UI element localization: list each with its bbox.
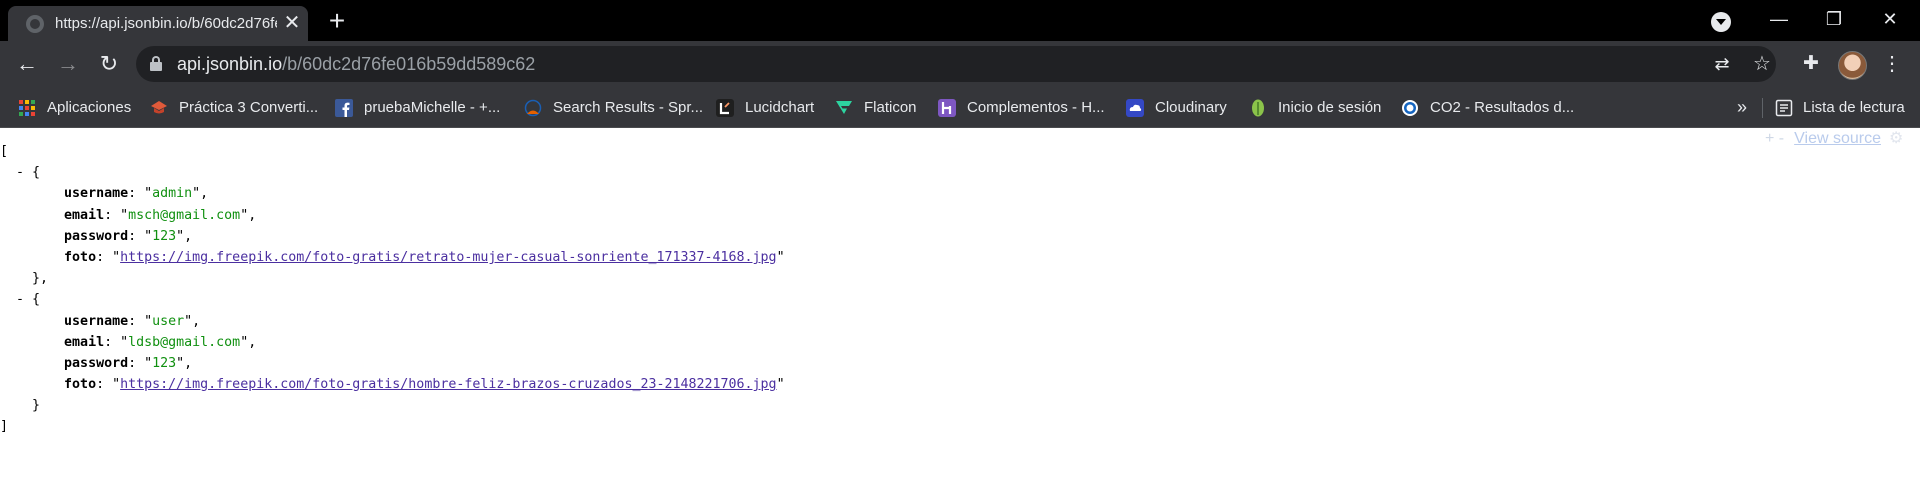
new-tab-button[interactable]: + xyxy=(323,7,351,35)
bookmarks-divider xyxy=(1762,98,1763,118)
json-string: msch@gmail.com xyxy=(128,207,241,223)
restore-button[interactable]: ❐ xyxy=(1806,0,1862,41)
h-logo-icon xyxy=(938,99,956,117)
flaticon-icon xyxy=(836,101,852,114)
json-line: foto: "https://img.freepik.com/foto-grat… xyxy=(64,249,785,265)
lock-icon[interactable] xyxy=(150,56,162,71)
json-content: [ - { username: "admin", email: "msch@gm… xyxy=(0,141,785,438)
view-source-link[interactable]: View source xyxy=(1794,130,1881,147)
browser-tab[interactable]: https://api.jsonbin.io/b/60dc2d76fe016b5… xyxy=(8,6,308,41)
globe-icon xyxy=(26,15,44,33)
tab-search-icon[interactable] xyxy=(1711,12,1731,32)
bookmark-label: Flaticon xyxy=(864,99,917,116)
lucidchart-icon xyxy=(716,99,734,117)
bookmark-label: CO2 - Resultados d... xyxy=(1430,99,1575,116)
url-host: api.jsonbin.io xyxy=(177,54,283,74)
json-line: [ xyxy=(0,144,9,159)
json-line: email: "msch@gmail.com", xyxy=(64,207,257,223)
reload-icon[interactable]: ↻ xyxy=(93,48,125,80)
json-line: username: "user", xyxy=(64,313,201,329)
json-line: username: "admin", xyxy=(64,186,209,202)
bookmark-label: Complementos - H... xyxy=(967,99,1105,116)
gear-icon[interactable]: ⚙ xyxy=(1889,129,1903,149)
bookmarks-overflow-button[interactable]: » xyxy=(1731,96,1753,120)
json-key: foto xyxy=(64,377,97,393)
close-window-button[interactable]: ✕ xyxy=(1862,0,1918,41)
apps-grid-icon xyxy=(19,100,35,116)
json-key: email xyxy=(64,207,105,223)
json-string: user xyxy=(152,313,185,329)
json-url-link[interactable]: https://img.freepik.com/foto-gratis/retr… xyxy=(120,250,776,265)
leaf-icon xyxy=(1252,99,1264,117)
kebab-menu-icon[interactable]: ⋮ xyxy=(1882,51,1902,77)
bookmark-label: pruebaMichelle - +... xyxy=(364,99,501,116)
json-string: ldsb@gmail.com xyxy=(128,334,241,350)
user-circle-icon xyxy=(524,99,542,117)
json-line: }, xyxy=(0,271,49,287)
star-icon[interactable]: ☆ xyxy=(1751,53,1773,75)
close-tab-icon[interactable]: ✕ xyxy=(281,12,303,34)
bookmark-label: Cloudinary xyxy=(1155,99,1227,116)
bookmarks-bar: Aplicaciones Práctica 3 Converti... prue… xyxy=(0,88,1920,128)
tab-title: https://api.jsonbin.io/b/60dc2d76fe016b5… xyxy=(55,15,277,32)
facebook-icon xyxy=(335,99,353,117)
puzzle-icon[interactable]: ✚ xyxy=(1800,53,1822,75)
json-string: 123 xyxy=(152,355,177,371)
json-url-link[interactable]: https://img.freepik.com/foto-gratis/homb… xyxy=(120,377,776,392)
url-path: /b/60dc2d76fe016b59dd589c62 xyxy=(282,54,536,74)
target-icon xyxy=(1402,100,1418,116)
json-line: - { xyxy=(0,292,41,308)
arrow-right-icon[interactable]: → xyxy=(52,48,84,80)
reading-list-icon xyxy=(1775,99,1793,117)
json-key: password xyxy=(64,355,129,371)
json-line: email: "ldsb@gmail.com", xyxy=(64,334,257,350)
bookmark-label: Aplicaciones xyxy=(47,99,132,116)
avatar[interactable] xyxy=(1838,51,1867,80)
json-line: password: "123", xyxy=(64,228,193,244)
cloud-icon xyxy=(1126,99,1144,117)
json-line: ] xyxy=(0,419,9,435)
hat-icon xyxy=(151,101,167,114)
minimize-button[interactable]: — xyxy=(1751,0,1807,41)
reading-list-label: Lista de lectura xyxy=(1803,99,1905,116)
browser-toolbar: ← → ↻ api.jsonbin.io/b/60dc2d76fe016b59d… xyxy=(0,41,1920,88)
bookmark-label: Práctica 3 Converti... xyxy=(179,99,319,116)
json-string: admin xyxy=(152,186,193,202)
collapse-expand-controls[interactable]: + - xyxy=(1765,130,1784,147)
json-string: 123 xyxy=(152,228,177,244)
json-line: foto: "https://img.freepik.com/foto-grat… xyxy=(64,377,785,393)
json-key: foto xyxy=(64,249,97,265)
json-line: } xyxy=(0,398,41,414)
json-viewer-controls: + - View source ⚙ xyxy=(1765,129,1903,149)
json-line: password: "123", xyxy=(64,355,193,371)
arrow-left-icon[interactable]: ← xyxy=(11,48,43,80)
json-key: username xyxy=(64,186,129,202)
tab-strip: https://api.jsonbin.io/b/60dc2d76fe016b5… xyxy=(0,0,1920,41)
json-key: email xyxy=(64,334,105,350)
json-line: - { xyxy=(0,165,41,181)
bookmark-label: Search Results - Spr... xyxy=(553,99,704,116)
url-text[interactable]: api.jsonbin.io/b/60dc2d76fe016b59dd589c6… xyxy=(177,54,535,74)
bookmark-label: Inicio de sesión xyxy=(1278,99,1382,116)
translate-icon[interactable]: ⇄ xyxy=(1711,53,1733,75)
address-bar[interactable]: api.jsonbin.io/b/60dc2d76fe016b59dd589c6… xyxy=(136,46,1776,82)
json-key: password xyxy=(64,228,129,244)
json-key: username xyxy=(64,313,129,329)
bookmark-label: Lucidchart xyxy=(745,99,815,116)
